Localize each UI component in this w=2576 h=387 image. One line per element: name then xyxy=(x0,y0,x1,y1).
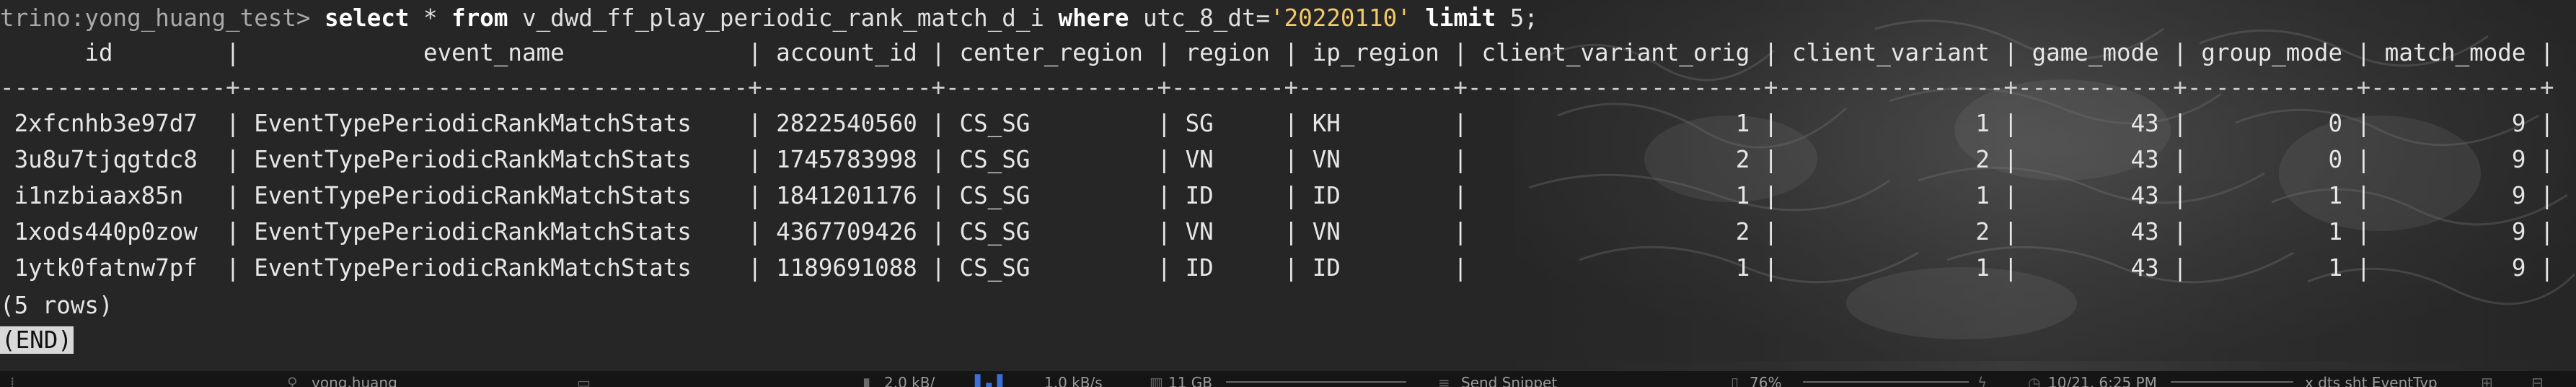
cpu-icon: ▮ xyxy=(863,374,871,387)
row-count: (5 rows) xyxy=(0,292,113,319)
query-limit-value: 5; xyxy=(1496,4,1538,32)
memory-usage-bar xyxy=(1226,381,1406,383)
table-row: 1ytk0fatnw7pf | EventTypePeriodicRankMat… xyxy=(0,254,2554,282)
query-table-name: v_dwd_ff_play_periodic_rank_match_d_i xyxy=(508,4,1059,32)
status-handle-icon: ⁞ xyxy=(10,374,15,387)
keyword-select: select xyxy=(325,4,410,32)
terminal-status-bar: ⁞ ⚲ yong.huang ▭ ▮ 2.0 kB/ ▌▖▌ 1.0 kB/s … xyxy=(0,371,2576,387)
table-row: 2xfcnhb3e97d7 | EventTypePeriodicRankMat… xyxy=(0,110,2554,137)
status-net-down: 1.0 kB/s xyxy=(1044,374,1103,387)
keyword-limit: limit xyxy=(1425,4,1496,32)
memory-icon: ▥ xyxy=(1150,374,1163,387)
terminal-window[interactable]: trino:yong_huang_test> select * from v_d… xyxy=(0,0,2576,387)
network-graph-icon: ▌▖▌ xyxy=(975,374,1009,387)
status-tab-label[interactable]: x dts sht EventTyp xyxy=(2305,375,2438,387)
result-header-row: id | event_name | account_id | center_re… xyxy=(0,39,2554,66)
status-user: yong.huang xyxy=(312,374,397,387)
query-date-literal: '20220110' xyxy=(1270,4,1411,32)
split-icon[interactable]: ⊟ xyxy=(2531,375,2544,387)
send-snippet-button[interactable]: Send Snippet xyxy=(1461,375,1557,387)
table-row: 3u8u7tjqgtdc8 | EventTypePeriodicRankMat… xyxy=(0,146,2554,173)
folder-icon[interactable]: ▭ xyxy=(577,375,591,387)
status-net-up: 2.0 kB/ xyxy=(884,374,935,387)
shell-prompt: trino:yong_huang_test> xyxy=(0,4,311,32)
charging-icon: ϟ xyxy=(1977,374,1988,387)
query-condition: utc_8_dt= xyxy=(1129,4,1271,32)
pager-end-marker: (END) xyxy=(0,326,74,354)
person-icon: ⚲ xyxy=(287,374,298,387)
result-separator: ----------------+-----------------------… xyxy=(0,74,2554,101)
command-line: trino:yong_huang_test> select * from v_d… xyxy=(0,0,1538,36)
table-row: 1xods440p0zow | EventTypePeriodicRankMat… xyxy=(0,218,2554,245)
status-memory: 11 GB xyxy=(1168,374,1213,387)
query-star: * xyxy=(409,4,452,32)
table-row: i1nzbiaax85n | EventTypePeriodicRankMatc… xyxy=(0,182,2554,209)
battery-level-bar xyxy=(1803,381,1969,383)
pager-end-line: (END) xyxy=(0,322,74,358)
status-divider xyxy=(2171,381,2293,383)
battery-icon: ▯ xyxy=(1731,374,1739,387)
grid-icon[interactable]: ⊞ xyxy=(2481,375,2493,387)
clock-icon: ◷ xyxy=(2028,374,2041,387)
keyword-where: where xyxy=(1058,4,1129,32)
snippet-icon[interactable]: ≡ xyxy=(1438,375,1450,387)
keyword-from: from xyxy=(451,4,508,32)
status-battery: 76% xyxy=(1750,374,1782,387)
status-datetime: 10/21, 6:25 PM xyxy=(2048,374,2157,387)
